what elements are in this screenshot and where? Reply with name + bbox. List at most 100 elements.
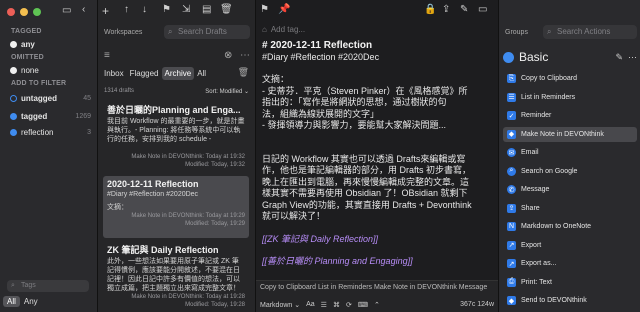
seg-any-button[interactable]: Any xyxy=(20,296,42,307)
action-label: Reminder xyxy=(521,112,552,119)
draft-preview: #Diary #Reflection #2020Dec xyxy=(107,191,199,198)
sidebar-toggle-icon[interactable]: ▭ xyxy=(478,4,487,15)
more-options-icon[interactable]: ⋯ xyxy=(628,52,637,63)
editor-text[interactable]: # 2020-12-11 Reflection #Diary #Reflectio… xyxy=(262,40,494,268)
sidebar-toggle-icon[interactable]: ▭ xyxy=(62,5,71,16)
filter-tag-untagged[interactable]: untagged 45 xyxy=(10,92,91,104)
draft-action-log: Make Note in DEVONthink: Today at 19:28 xyxy=(131,294,245,300)
action-item[interactable]: ✆ Message xyxy=(503,182,637,197)
groups-button[interactable]: Groups xyxy=(505,29,528,36)
drafts-list-panel: + ↑ ↓ ⚑ ⇲ ▤ 🗑 Workspaces ⌕ Search Drafts… xyxy=(98,0,256,312)
print-icon: ⎙ xyxy=(507,277,516,287)
action-item[interactable]: ⎘ Copy to Clipboard xyxy=(503,71,637,86)
export-icon: ↗ xyxy=(507,259,516,268)
pin-icon[interactable]: 📌 xyxy=(278,4,290,15)
inbox-icon[interactable]: ⇲ xyxy=(182,4,190,15)
list-tabs: Inbox Flagged Archive All xyxy=(101,67,209,80)
search-actions-input[interactable]: ⌕ Search Actions xyxy=(543,25,637,39)
wiki-link[interactable]: [[善於日曬的 Planning and Engaging]] xyxy=(262,256,494,268)
devonthink-icon: ◆ xyxy=(507,129,516,139)
lock-icon[interactable]: 🔒 xyxy=(424,4,436,15)
list-view-icon[interactable]: ≡ xyxy=(104,50,110,61)
action-item[interactable]: ↗ Export xyxy=(503,238,637,253)
tag-dot-icon xyxy=(10,128,17,136)
tab-inbox[interactable]: Inbox xyxy=(101,67,127,80)
arrange-icon[interactable]: ⌘ xyxy=(333,301,340,309)
new-draft-icon[interactable]: + xyxy=(102,4,109,18)
action-item[interactable]: ⇪ Share xyxy=(503,201,637,216)
reminder-icon: ✓ xyxy=(507,111,516,120)
action-item[interactable]: ✉ Email xyxy=(503,145,637,160)
font-size-button[interactable]: Aa xyxy=(306,301,315,309)
filter-tag-reflection[interactable]: reflection 3 xyxy=(10,126,91,138)
edit-group-icon[interactable]: ✎ xyxy=(615,52,623,63)
archive-icon[interactable]: ▤ xyxy=(202,4,211,15)
link-icon[interactable]: ⟳ xyxy=(346,301,352,309)
omitted-none-item[interactable]: none xyxy=(10,64,91,76)
action-item[interactable]: ↗ Export as... xyxy=(503,256,637,271)
message-icon: ✆ xyxy=(507,185,516,194)
editor-line: 法，組織為線狀展開的文字」 xyxy=(262,108,380,119)
flag-icon[interactable]: ⚑ xyxy=(162,4,171,15)
tag-dot-icon xyxy=(10,94,17,102)
filter-tag-tagged[interactable]: tagged 1269 xyxy=(10,110,91,122)
tags-search-input[interactable]: ⌕ Tags xyxy=(7,280,89,292)
list-icon[interactable]: ☰ xyxy=(321,301,327,309)
trash-toolbar-icon[interactable]: 🗑 xyxy=(220,4,233,15)
zoom-window-button[interactable] xyxy=(33,8,41,16)
list-item[interactable]: ZK 筆記與 Daily Reflection 此外，一些想法如果要用原子筆記或… xyxy=(103,240,249,310)
minimize-window-button[interactable] xyxy=(20,8,28,16)
chevron-up-icon[interactable]: ⌃ xyxy=(374,301,380,309)
group-color-icon xyxy=(503,51,514,63)
devonthink-icon: ◆ xyxy=(507,296,516,305)
editor-toolbar: ⚑ 📌 🔒 ⇪ ✎ ▭ xyxy=(256,0,498,17)
action-item[interactable]: ⌕ Search on Google xyxy=(503,164,637,179)
arrow-up-icon[interactable]: ↑ xyxy=(124,4,129,15)
editor-line: 文摘： xyxy=(262,74,290,84)
actions-panel: Groups ⌕ Search Actions Basic ✎ ⋯ ⎘ Copy … xyxy=(498,0,640,312)
drafts-app-window: ▭ ‹ TAGGED any OMITTED none ADD TO FILTE… xyxy=(0,0,640,312)
flag-icon[interactable]: ⚑ xyxy=(260,4,269,15)
editor-heading: # 2020-12-11 Reflection xyxy=(262,40,373,51)
new-draft-icon[interactable]: ✎ xyxy=(460,4,468,15)
seg-all-button[interactable]: All xyxy=(3,296,20,307)
action-label: Markdown to OneNote xyxy=(521,223,592,230)
arrow-down-icon[interactable]: ↓ xyxy=(142,4,147,15)
tab-flagged[interactable]: Flagged xyxy=(127,67,162,80)
chevron-left-icon[interactable]: ‹ xyxy=(82,4,85,15)
share-icon[interactable]: ⇪ xyxy=(442,4,450,15)
draft-title: 2020-12-11 Reflection xyxy=(107,179,199,189)
draft-action-log: Make Note in DEVONthink: Today at 19:29 xyxy=(131,213,245,219)
more-options-icon[interactable]: ⋯ xyxy=(240,50,250,61)
tagged-any-item[interactable]: any xyxy=(10,38,91,50)
add-tag-field[interactable]: ⌂ Add tag... xyxy=(262,25,305,34)
search-drafts-input[interactable]: ⌕ Search Drafts xyxy=(164,25,250,39)
action-item[interactable]: ◆ Make Note in DEVONthink xyxy=(503,126,637,142)
tab-all[interactable]: All xyxy=(194,67,209,80)
action-item[interactable]: ✓ Reminder xyxy=(503,108,637,123)
editor-line: 日記的 Workflow 其實也可以透過 Drafts來編輯或寫 xyxy=(262,153,466,164)
action-item[interactable]: ◆ Send to DEVONthink xyxy=(503,293,637,308)
tagged-header: TAGGED xyxy=(11,28,42,35)
close-window-button[interactable] xyxy=(7,8,15,16)
draft-modified: Modified: Today, 19:28 xyxy=(185,302,245,308)
keyboard-icon[interactable]: ⌨ xyxy=(358,301,368,309)
editor-line: - 史蒂芬．平克（Steven Pinker）在《風格感覚》所 xyxy=(262,85,468,96)
trash-icon[interactable]: 🗑 xyxy=(238,67,249,78)
action-label: Search on Google xyxy=(521,167,578,175)
action-item[interactable]: N Markdown to OneNote xyxy=(503,219,637,234)
wiki-link[interactable]: [[ZK 筆記與 Daily Reflection]] xyxy=(262,234,494,246)
workspaces-button[interactable]: Workspaces xyxy=(104,29,142,36)
sort-dropdown[interactable]: Sort: Modified ⌄ xyxy=(205,88,249,95)
action-bar-shortcuts[interactable]: Copy to Clipboard List in Reminders Make… xyxy=(260,284,487,291)
tab-archive[interactable]: Archive xyxy=(161,67,195,80)
action-item[interactable]: ☰ List in Reminders xyxy=(503,90,637,105)
list-item[interactable]: 善於日曬的Planning and Enga... 我目前 Workflow 的… xyxy=(103,100,249,172)
syntax-dropdown[interactable]: Markdown ⌄ xyxy=(260,301,300,309)
close-filter-icon[interactable]: ⊗ xyxy=(224,50,232,61)
list-item-selected[interactable]: 2020-12-11 Reflection #Diary #Reflection… xyxy=(103,176,249,238)
action-item[interactable]: ⎙ Print: Text xyxy=(503,275,637,290)
